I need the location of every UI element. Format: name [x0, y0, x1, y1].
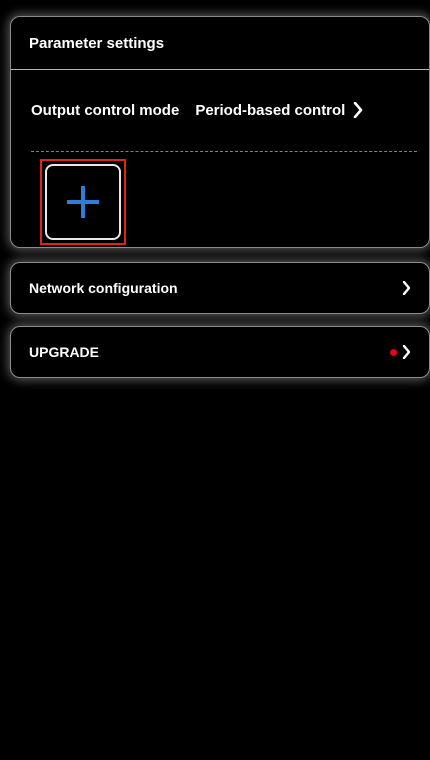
- output-control-mode-value: Period-based control: [195, 101, 346, 119]
- output-control-mode-row[interactable]: Output control mode Period-based control: [31, 69, 419, 151]
- parameter-settings-panel: Parameter settings Output control mode P…: [10, 16, 430, 248]
- dashed-divider: [31, 151, 417, 152]
- add-button[interactable]: [45, 164, 121, 240]
- network-configuration-label: Network configuration: [29, 280, 178, 296]
- add-button-highlight: [40, 159, 126, 245]
- chevron-right-icon: [402, 281, 411, 295]
- chevron-right-icon: [402, 345, 411, 359]
- red-dot-icon: [390, 348, 397, 356]
- upgrade-label: UPGRADE: [29, 344, 100, 360]
- panel-title: Parameter settings: [11, 17, 429, 70]
- chevron-right-icon[interactable]: [353, 102, 363, 118]
- network-configuration-row[interactable]: Network configuration: [10, 262, 430, 314]
- output-control-mode-label: Output control mode: [31, 101, 180, 119]
- plus-icon: [67, 186, 99, 218]
- upgrade-row[interactable]: UPGRADE: [10, 326, 430, 378]
